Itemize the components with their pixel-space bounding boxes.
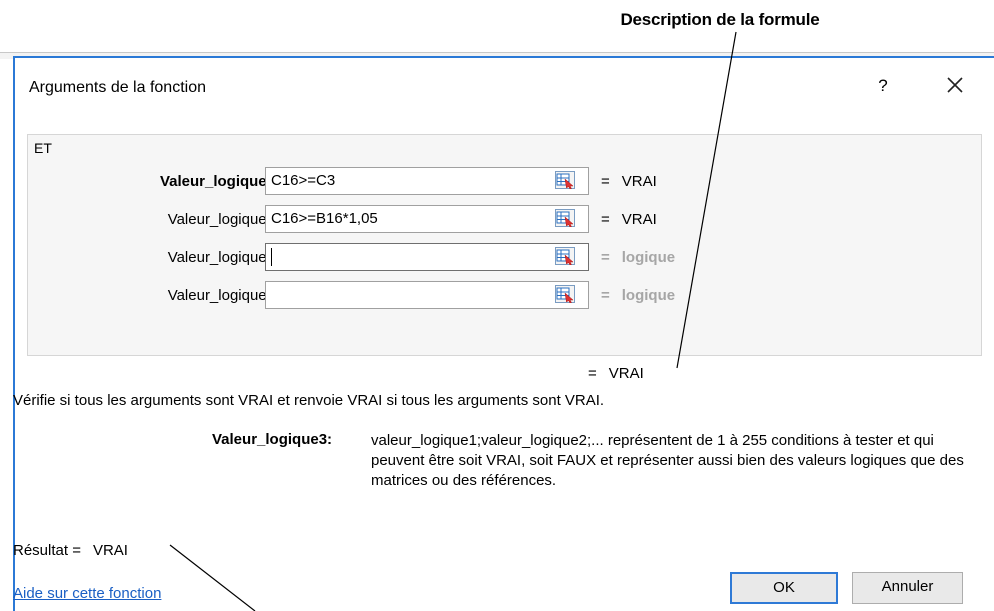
- argument-input-1[interactable]: C16>=C3: [265, 167, 589, 195]
- range-select-icon[interactable]: [555, 285, 575, 303]
- equals-sign: =: [588, 365, 597, 382]
- argument-result-value: VRAI: [621, 211, 657, 228]
- argument-help-label: Valeur_logique3:: [212, 431, 333, 448]
- equals-sign: =: [601, 287, 610, 304]
- function-name: ET: [34, 140, 52, 156]
- argument-input-2[interactable]: C16>=B16*1,05: [265, 205, 589, 233]
- function-arguments-dialog: Arguments de la fonction ? ET Valeur_log…: [13, 56, 994, 611]
- range-select-icon[interactable]: [555, 209, 575, 227]
- function-description: Vérifie si tous les arguments sont VRAI …: [13, 392, 605, 409]
- argument-row-3: Valeur_logique3 = logique: [28, 243, 983, 273]
- range-select-icon[interactable]: [555, 247, 575, 265]
- argument-label: Valeur_logique1: [159, 173, 275, 190]
- text-caret: [271, 248, 272, 267]
- overall-result-value: VRAI: [608, 365, 644, 382]
- argument-result-1: = VRAI: [601, 173, 657, 190]
- argument-input-4[interactable]: [265, 281, 589, 309]
- argument-result-4: = logique: [601, 287, 675, 304]
- arguments-group: ET Valeur_logique1 C16>=C3 = VRAI Valeur_…: [27, 134, 982, 356]
- argument-row-1: Valeur_logique1 C16>=C3 = VRAI: [28, 167, 983, 197]
- dialog-title: Arguments de la fonction: [29, 79, 206, 96]
- argument-label: Valeur_logique3: [167, 249, 275, 266]
- close-button[interactable]: [944, 74, 966, 96]
- argument-label: Valeur_logique2: [167, 211, 275, 228]
- ok-button[interactable]: OK: [730, 572, 838, 604]
- equals-sign: =: [601, 211, 610, 228]
- argument-row-4: Valeur_logique4 = logique: [28, 281, 983, 311]
- argument-result-value: logique: [621, 287, 676, 304]
- result-line: Résultat = VRAI: [13, 542, 128, 559]
- close-icon: [947, 77, 963, 93]
- argument-input-3[interactable]: [265, 243, 589, 271]
- result-label: Résultat =: [13, 542, 81, 559]
- cancel-button[interactable]: Annuler: [852, 572, 963, 604]
- argument-result-3: = logique: [601, 249, 675, 266]
- range-select-icon[interactable]: [555, 171, 575, 189]
- argument-label: Valeur_logique4: [167, 287, 275, 304]
- equals-sign: =: [601, 249, 610, 266]
- function-help-link[interactable]: Aide sur cette fonction: [13, 585, 161, 602]
- equals-sign: =: [601, 173, 610, 190]
- help-button[interactable]: ?: [872, 76, 894, 96]
- formula-description-callout: Description de la formule: [620, 10, 820, 29]
- argument-row-2: Valeur_logique2 C16>=B16*1,05 = VRAI: [28, 205, 983, 235]
- argument-result-2: = VRAI: [601, 211, 657, 228]
- argument-help-text: valeur_logique1;valeur_logique2;... repr…: [371, 432, 964, 489]
- result-value: VRAI: [92, 542, 128, 559]
- formula-overall-result: = VRAI: [588, 365, 644, 382]
- argument-result-value: VRAI: [621, 173, 657, 190]
- argument-result-value: logique: [621, 249, 676, 266]
